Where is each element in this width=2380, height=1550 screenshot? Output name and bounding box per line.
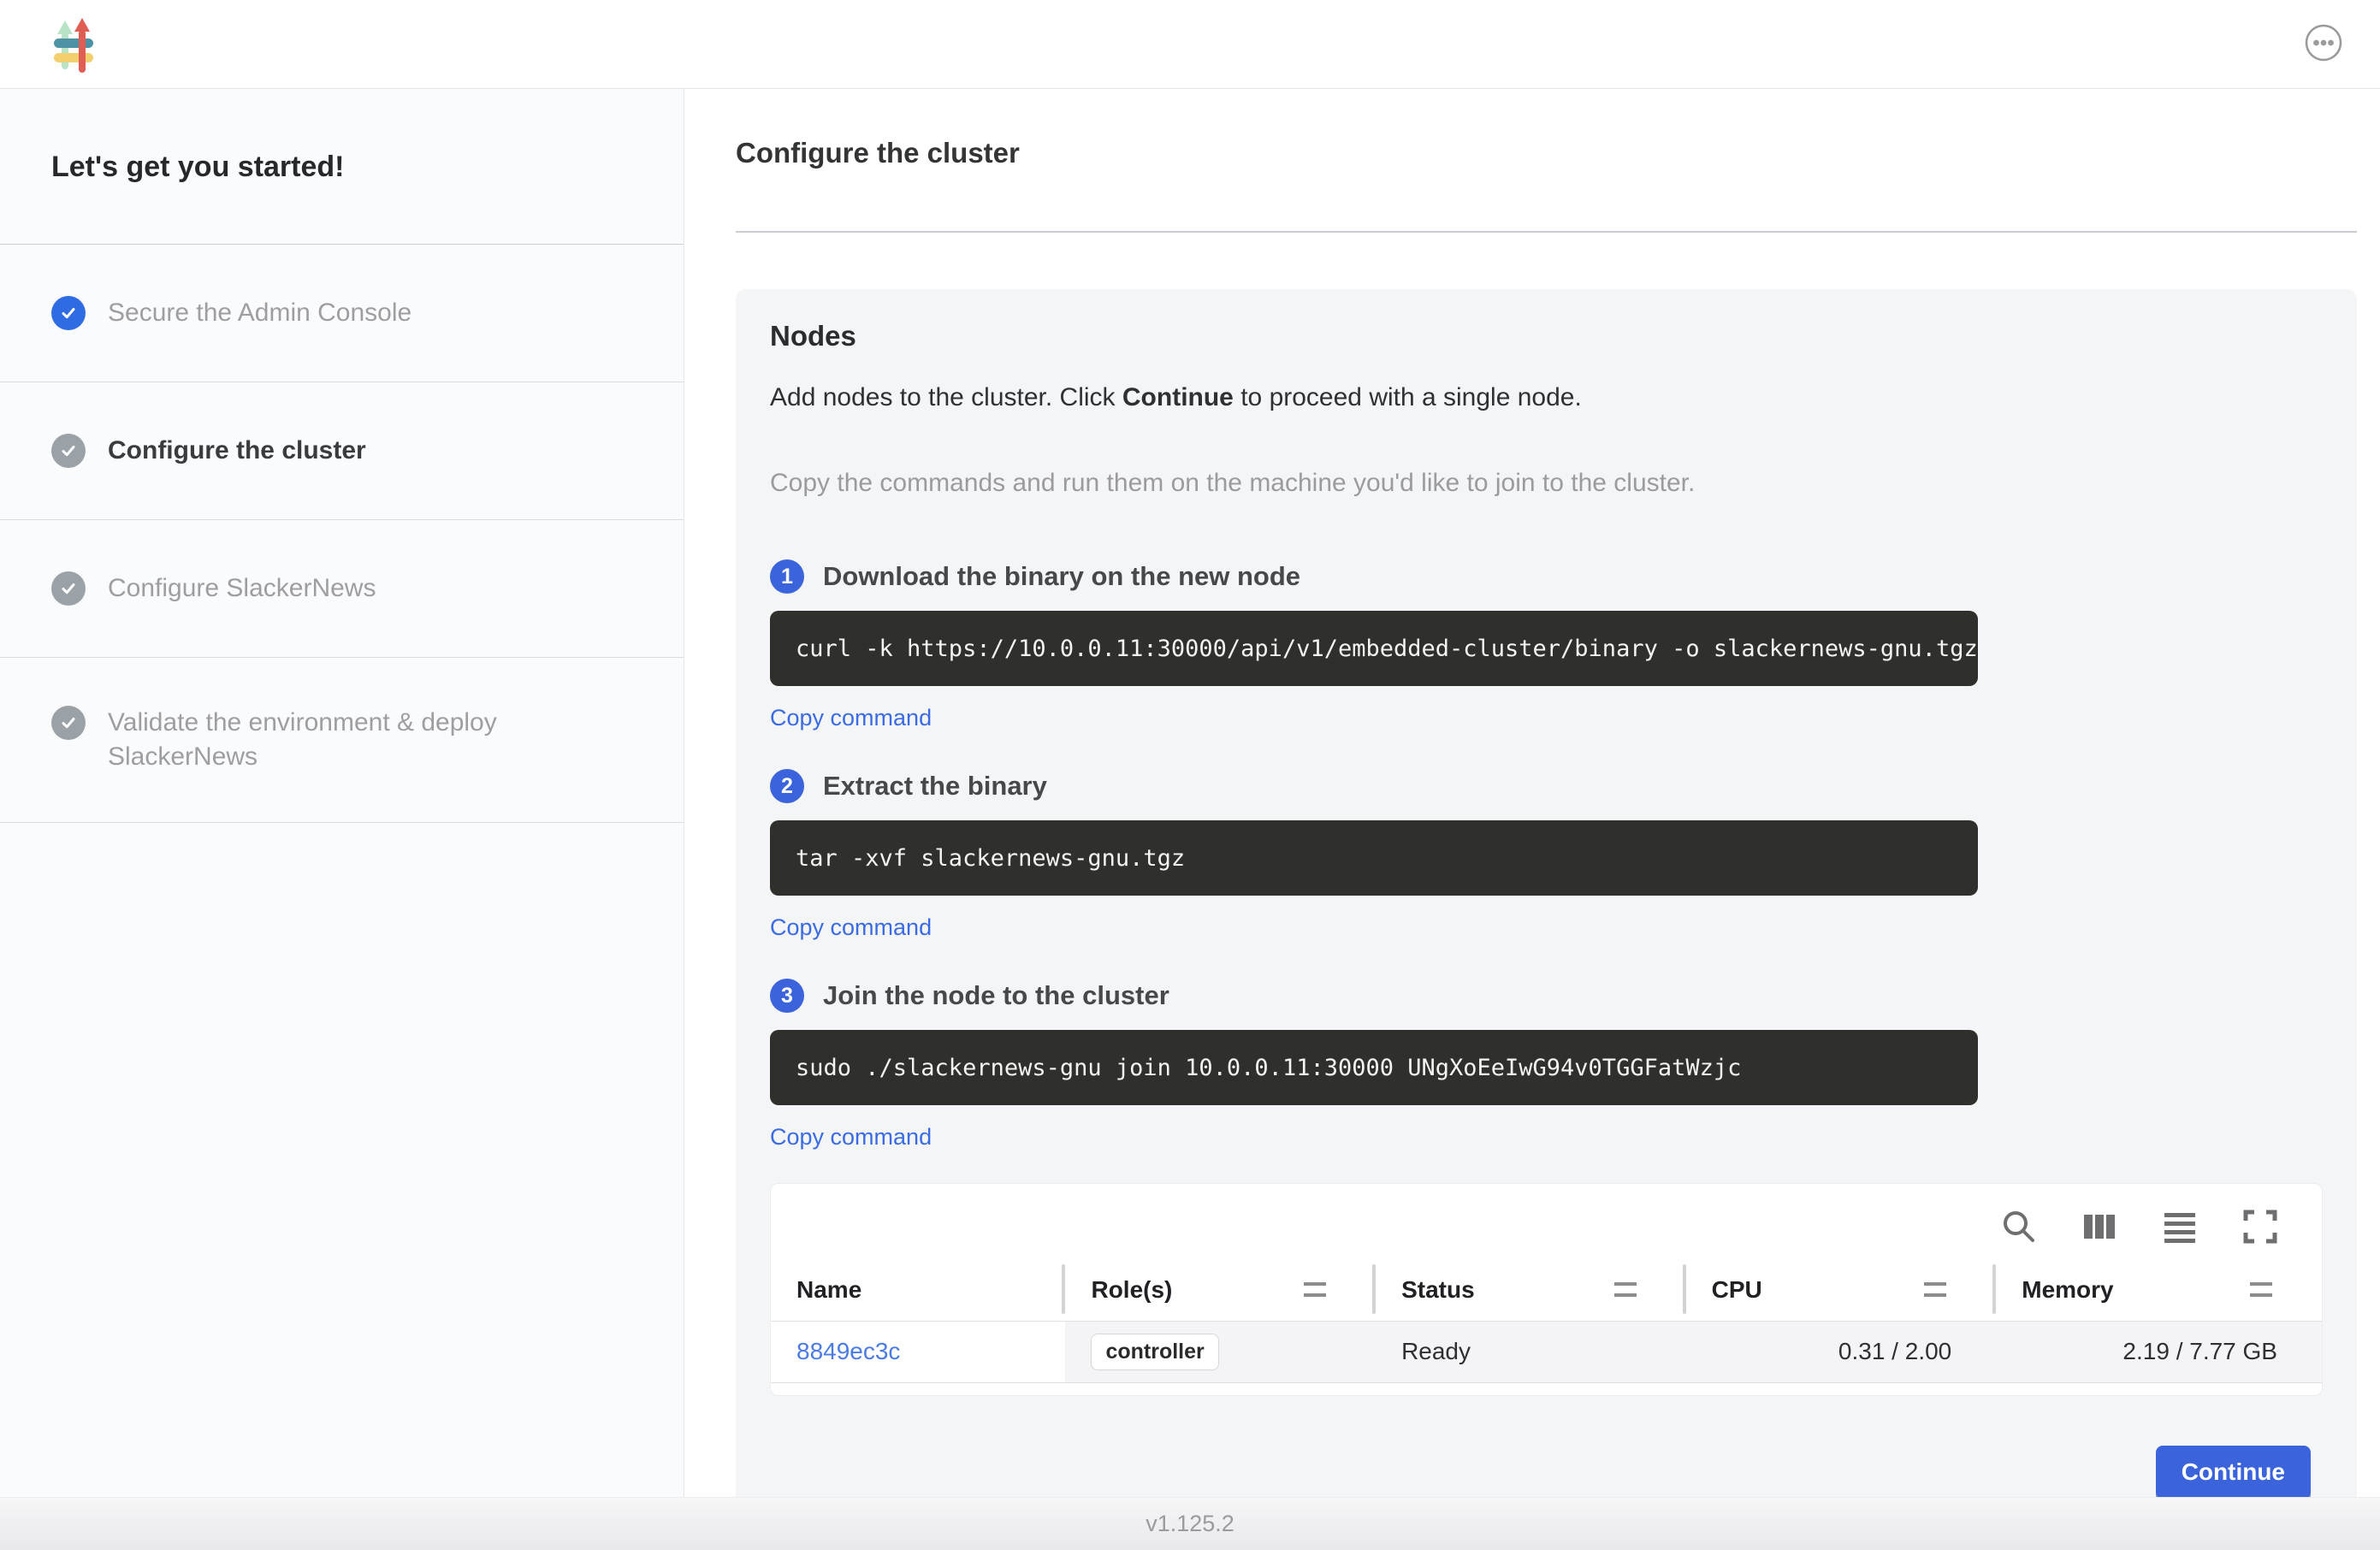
step-2-label: Extract the binary bbox=[823, 771, 1047, 802]
sidebar-item-validate-deploy[interactable]: Validate the environment & deploy Slacke… bbox=[0, 658, 684, 823]
check-icon bbox=[51, 571, 86, 606]
column-menu-icon[interactable] bbox=[2250, 1282, 2272, 1297]
sidebar-item-configure-slackernews[interactable]: Configure SlackerNews bbox=[0, 520, 684, 658]
node-cpu-cell: 0.31 / 2.00 bbox=[1686, 1321, 1997, 1382]
column-header-roles[interactable]: Role(s) bbox=[1065, 1259, 1376, 1321]
step-1-label: Download the binary on the new node bbox=[823, 561, 1300, 592]
sidebar-item-label: Secure the Admin Console bbox=[108, 296, 411, 330]
table-header-row: Name Role(s) Status bbox=[771, 1259, 2322, 1321]
node-roles-cell: controller bbox=[1065, 1321, 1376, 1382]
table-bottom-padding bbox=[771, 1383, 2322, 1395]
step-3-header: 3 Join the node to the cluster bbox=[770, 979, 2323, 1013]
step-3-label: Join the node to the cluster bbox=[823, 980, 1169, 1011]
step-1-badge: 1 bbox=[770, 559, 804, 594]
step-1-copy-command-link[interactable]: Copy command bbox=[770, 705, 932, 731]
column-header-name[interactable]: Name bbox=[771, 1259, 1065, 1321]
column-header-status[interactable]: Status bbox=[1376, 1259, 1686, 1321]
sidebar-item-label: Validate the environment & deploy Slacke… bbox=[108, 706, 632, 774]
column-menu-icon[interactable] bbox=[1924, 1282, 1946, 1297]
nodes-card: Nodes Add nodes to the cluster. Click Co… bbox=[736, 289, 2357, 1497]
more-menu-button[interactable] bbox=[2301, 22, 2346, 67]
step-1-command-block: curl -k https://10.0.0.11:30000/api/v1/e… bbox=[770, 611, 1978, 686]
admin-console-page: Let's get you started! Secure the Admin … bbox=[0, 0, 2380, 1550]
column-label: Role(s) bbox=[1091, 1276, 1172, 1304]
step-3-command-block: sudo ./slackernews-gnu join 10.0.0.11:30… bbox=[770, 1030, 1978, 1105]
continue-button[interactable]: Continue bbox=[2156, 1446, 2311, 1498]
column-menu-icon[interactable] bbox=[1304, 1282, 1326, 1297]
app-body: Let's get you started! Secure the Admin … bbox=[0, 89, 2380, 1497]
title-divider bbox=[736, 231, 2357, 233]
sidebar-title: Let's get you started! bbox=[0, 89, 684, 244]
nodes-table: Name Role(s) Status bbox=[771, 1259, 2322, 1383]
node-name-cell: 8849ec3c bbox=[771, 1321, 1065, 1382]
column-header-cpu[interactable]: CPU bbox=[1686, 1259, 1997, 1321]
sidebar-item-configure-cluster[interactable]: Configure the cluster bbox=[0, 382, 684, 520]
sidebar-item-secure-admin-console[interactable]: Secure the Admin Console bbox=[0, 245, 684, 382]
column-label: Memory bbox=[2022, 1276, 2113, 1304]
check-icon bbox=[51, 706, 86, 740]
search-icon[interactable] bbox=[2000, 1208, 2038, 1245]
step-2-copy-command-link[interactable]: Copy command bbox=[770, 914, 932, 941]
table-toolbar bbox=[771, 1184, 2322, 1259]
nodes-description: Add nodes to the cluster. Click Continue… bbox=[770, 383, 2323, 412]
step-3-badge: 3 bbox=[770, 979, 804, 1013]
column-label: Status bbox=[1401, 1276, 1475, 1304]
column-menu-icon[interactable] bbox=[1614, 1282, 1637, 1297]
main-content: Configure the cluster Nodes Add nodes to… bbox=[684, 89, 2380, 1497]
description-prefix: Add nodes to the cluster. Click bbox=[770, 383, 1122, 411]
density-icon[interactable] bbox=[2161, 1208, 2199, 1245]
sidebar-item-label: Configure the cluster bbox=[108, 434, 366, 468]
check-icon bbox=[51, 296, 86, 330]
description-suffix: to proceed with a single node. bbox=[1234, 383, 1582, 411]
nodes-table-card: Name Role(s) Status bbox=[770, 1183, 2323, 1396]
step-1-header: 1 Download the binary on the new node bbox=[770, 559, 2323, 594]
node-memory-cell: 2.19 / 7.77 GB bbox=[1996, 1321, 2322, 1382]
ellipsis-circle-icon bbox=[2303, 22, 2344, 66]
role-chip: controller bbox=[1091, 1334, 1218, 1370]
setup-steps-sidebar: Let's get you started! Secure the Admin … bbox=[0, 89, 684, 1497]
step-2-header: 2 Extract the binary bbox=[770, 769, 2323, 803]
footer: v1.125.2 bbox=[0, 1497, 2380, 1550]
node-status-cell: Ready bbox=[1376, 1321, 1686, 1382]
description-bold: Continue bbox=[1122, 383, 1234, 411]
view-columns-icon[interactable] bbox=[2081, 1208, 2118, 1245]
column-header-memory[interactable]: Memory bbox=[1996, 1259, 2322, 1321]
sidebar-item-label: Configure SlackerNews bbox=[108, 571, 376, 606]
slackernews-logo-icon bbox=[50, 16, 98, 73]
copy-instruction: Copy the commands and run them on the ma… bbox=[770, 469, 2323, 498]
fullscreen-icon[interactable] bbox=[2241, 1208, 2279, 1245]
column-label: CPU bbox=[1712, 1276, 1762, 1304]
version-label: v1.125.2 bbox=[1146, 1511, 1234, 1537]
node-name-link[interactable]: 8849ec3c bbox=[796, 1338, 900, 1364]
table-row: 8849ec3c controller Ready 0.31 / 2.00 2.… bbox=[771, 1321, 2322, 1382]
column-label: Name bbox=[796, 1276, 861, 1304]
step-3-copy-command-link[interactable]: Copy command bbox=[770, 1124, 932, 1151]
top-bar bbox=[0, 0, 2380, 89]
check-icon bbox=[51, 434, 86, 468]
page-title: Configure the cluster bbox=[736, 137, 2357, 169]
continue-row: Continue bbox=[770, 1446, 2323, 1498]
step-2-command-block: tar -xvf slackernews-gnu.tgz bbox=[770, 820, 1978, 896]
nodes-heading: Nodes bbox=[770, 320, 2323, 352]
step-2-badge: 2 bbox=[770, 769, 804, 803]
